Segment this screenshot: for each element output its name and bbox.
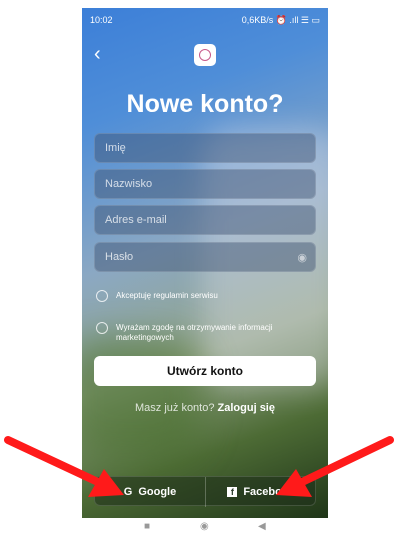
- status-time: 10:02: [90, 15, 113, 25]
- social-login-bar: G Google f Facebook: [94, 476, 316, 507]
- email-placeholder: Adres e-mail: [105, 214, 167, 226]
- login-link[interactable]: Zaloguj się: [218, 402, 275, 414]
- email-field[interactable]: Adres e-mail: [94, 205, 316, 235]
- status-bar: 10:02 0,6KB/s ⏰ .ıll ☰ ▭: [82, 8, 328, 30]
- facebook-label: Facebook: [243, 486, 295, 498]
- password-placeholder: Hasło: [105, 251, 134, 263]
- first-name-field[interactable]: Imię: [94, 133, 316, 163]
- phone-screen: 10:02 0,6KB/s ⏰ .ıll ☰ ▭ ‹ Nowe konto? I…: [82, 8, 328, 518]
- navigation-bar: ■ ◉ ◀: [82, 518, 328, 536]
- login-prompt: Masz już konto? Zaloguj się: [82, 402, 328, 414]
- last-name-field[interactable]: Nazwisko: [94, 169, 316, 199]
- google-label: Google: [138, 486, 177, 498]
- marketing-label: Wyrażam zgodę na otrzymywanie informacji…: [116, 323, 273, 342]
- google-button[interactable]: G Google: [95, 477, 205, 507]
- first-name-placeholder: Imię: [105, 142, 126, 154]
- facebook-button[interactable]: f Facebook: [206, 477, 316, 507]
- app-logo-icon: [194, 44, 216, 66]
- create-account-button[interactable]: Utwórz konto: [94, 356, 316, 386]
- terms-checkbox[interactable]: [96, 290, 108, 302]
- eye-icon[interactable]: ◉: [297, 251, 307, 264]
- page-title: Nowe konto?: [126, 90, 284, 118]
- last-name-placeholder: Nazwisko: [105, 178, 153, 190]
- terms-label: Akceptuję regulamin serwisu: [116, 291, 218, 300]
- login-prompt-text: Masz już konto?: [134, 402, 215, 414]
- home-icon[interactable]: ◉: [200, 521, 209, 532]
- password-field[interactable]: Hasło ◉: [94, 242, 316, 272]
- google-icon: G: [123, 486, 133, 498]
- marketing-checkbox[interactable]: [96, 322, 108, 334]
- recents-icon[interactable]: ■: [144, 521, 150, 532]
- facebook-icon: f: [227, 487, 238, 497]
- back-nav-icon[interactable]: ◀: [258, 521, 266, 532]
- status-icons: 0,6KB/s ⏰ .ıll ☰ ▭: [241, 15, 320, 25]
- back-icon[interactable]: ‹: [94, 44, 101, 64]
